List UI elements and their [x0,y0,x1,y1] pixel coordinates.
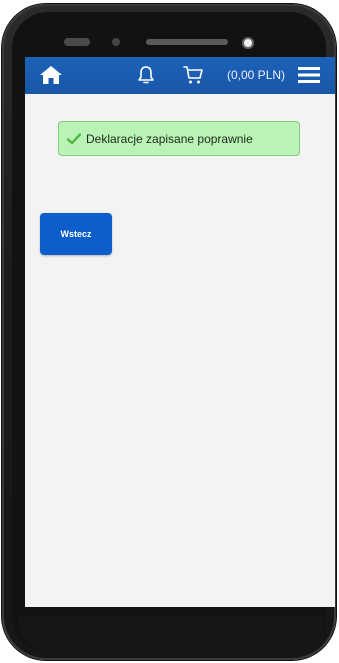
bottom-bezel [18,616,324,652]
check-icon [67,133,81,145]
back-button[interactable]: Wstecz [40,213,112,255]
front-camera [244,39,252,47]
home-icon[interactable] [38,64,64,86]
app-screen: (0,00 PLN) Deklaracje zapisane poprawnie… [25,57,335,607]
top-navigation-bar: (0,00 PLN) [25,57,335,94]
cart-total[interactable]: (0,00 PLN) [227,68,285,82]
cart-icon[interactable] [182,64,204,86]
bell-icon[interactable] [135,64,157,86]
alert-message: Deklaracje zapisane poprawnie [86,132,253,146]
light-sensor [112,38,120,46]
earpiece-speaker [146,39,228,45]
success-alert: Deklaracje zapisane poprawnie [58,121,300,156]
proximity-sensor [64,38,90,46]
hamburger-menu-icon[interactable] [298,66,320,84]
